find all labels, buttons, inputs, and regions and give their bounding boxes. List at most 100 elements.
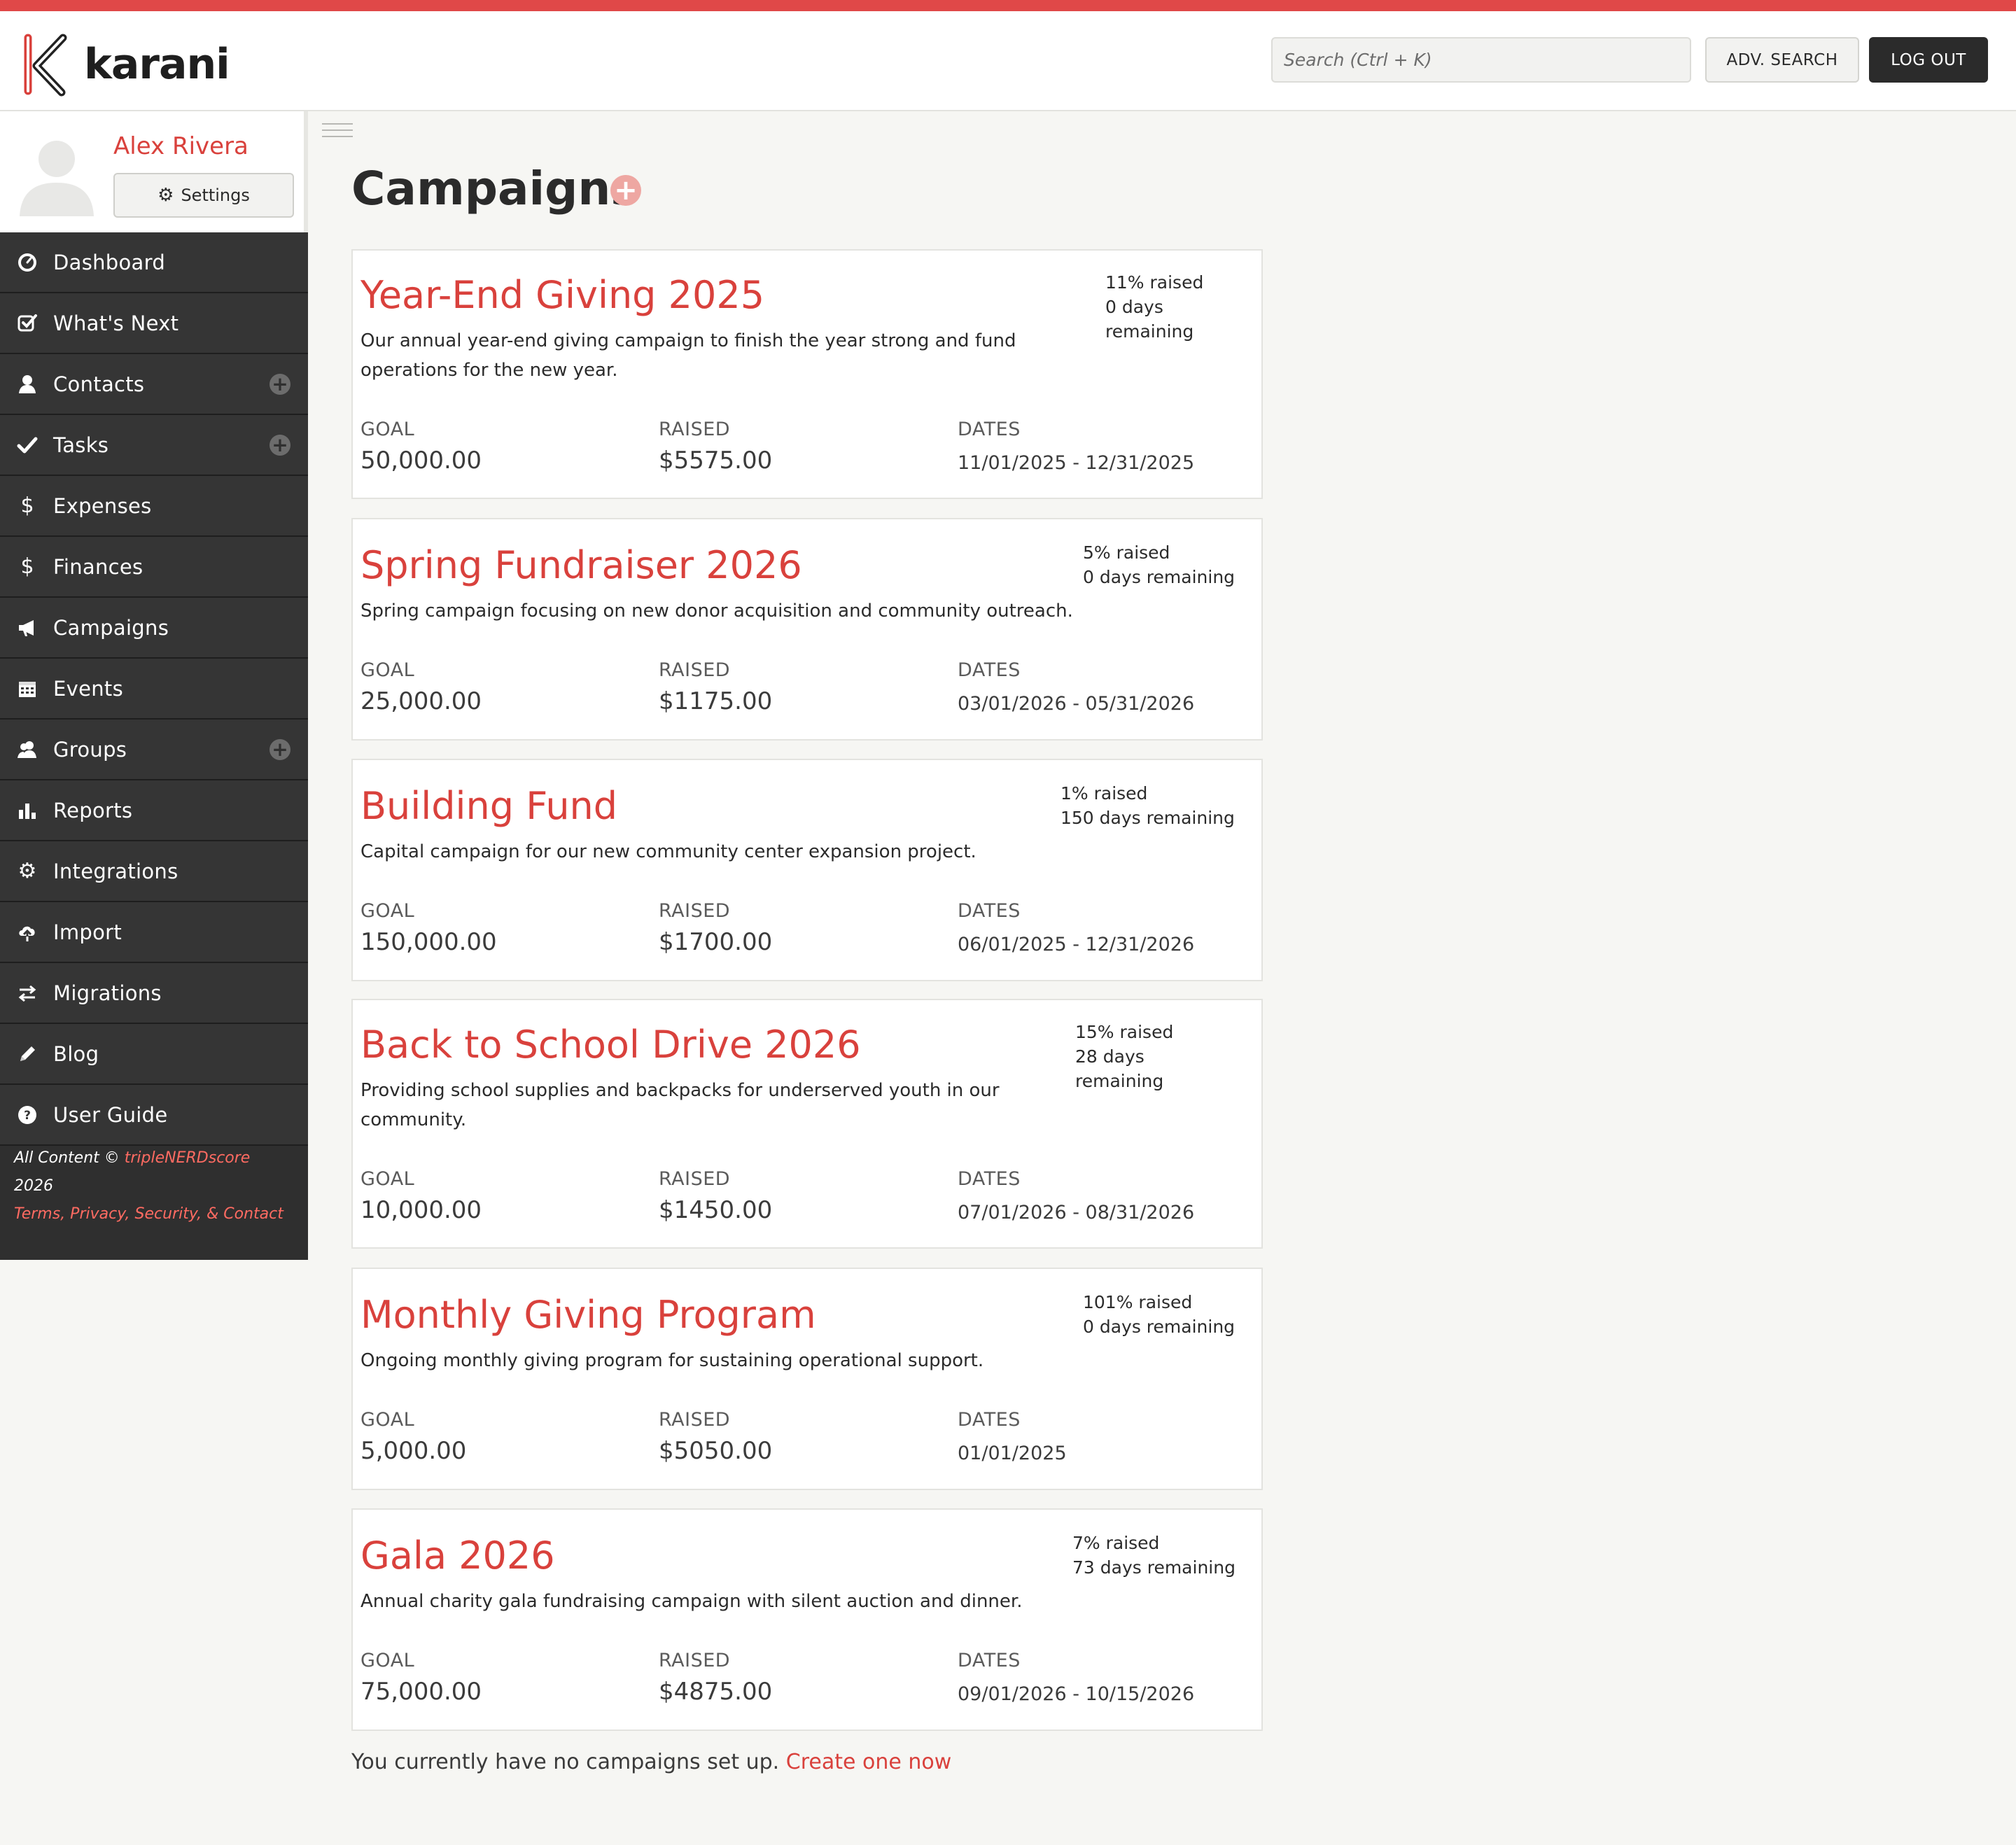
transfer-icon: [0, 983, 53, 1004]
sidebar-item-campaigns[interactable]: Campaigns: [0, 598, 308, 659]
sidebar-item-whats-next[interactable]: What's Next: [0, 293, 308, 354]
raised-label: RAISED: [659, 659, 731, 681]
sidebar-item-blog[interactable]: Blog: [0, 1024, 308, 1085]
campaign-title[interactable]: Gala 2026: [360, 1532, 555, 1580]
brand-link[interactable]: tripleNERDscore: [125, 1149, 251, 1167]
menu-toggle-icon[interactable]: [322, 123, 353, 141]
copyright-prefix: All Content ©: [14, 1149, 125, 1167]
days-remaining: 0 days remaining: [1105, 297, 1194, 342]
app-name[interactable]: karani: [84, 36, 230, 92]
campaign-progress: 11% raised 0 days remaining: [1105, 270, 1224, 344]
goal-label: GOAL: [360, 659, 415, 681]
add-task-button[interactable]: +: [270, 435, 290, 456]
group-icon: [0, 739, 53, 760]
sidebar-item-migrations[interactable]: Migrations: [0, 963, 308, 1024]
dates-value: 03/01/2026 - 05/31/2026: [958, 693, 1195, 715]
campaign-title[interactable]: Back to School Drive 2026: [360, 1021, 861, 1069]
campaign-card[interactable]: Year-End Giving 2025 11% raised 0 days r…: [351, 249, 1263, 499]
user-profile: Alex Rivera ⚙ Settings: [0, 111, 308, 232]
megaphone-icon: [0, 617, 53, 638]
dollar-icon: $: [20, 493, 34, 518]
dates-label: DATES: [958, 659, 1021, 681]
campaign-card[interactable]: Gala 2026 7% raised 73 days remaining An…: [351, 1508, 1263, 1731]
goal-value: 50,000.00: [360, 447, 482, 475]
settings-button[interactable]: ⚙ Settings: [113, 173, 294, 218]
goal-value: 10,000.00: [360, 1196, 482, 1224]
dates-value: 07/01/2026 - 08/31/2026: [958, 1202, 1195, 1223]
campaign-title[interactable]: Spring Fundraiser 2026: [360, 542, 802, 589]
add-group-button[interactable]: +: [270, 739, 290, 760]
dollar-icon: $: [20, 554, 34, 579]
sidebar-footer: All Content © tripleNERDscore 2026 Terms…: [0, 1144, 308, 1228]
gear-icon: ⚙: [18, 859, 37, 883]
raised-value: $1700.00: [659, 928, 773, 956]
sidebar-item-finances[interactable]: $ Finances: [0, 537, 308, 598]
sidebar-item-label: Tasks: [53, 433, 109, 457]
svg-text:?: ?: [24, 1109, 31, 1123]
copyright: All Content © tripleNERDscore 2026: [14, 1144, 294, 1200]
sidebar-item-contacts[interactable]: Contacts +: [0, 354, 308, 415]
empty-state-message: You currently have no campaigns set up. …: [351, 1750, 951, 1774]
sidebar-item-label: Groups: [53, 737, 127, 762]
adv-search-button[interactable]: ADV. SEARCH: [1705, 37, 1859, 83]
campaign-progress: 1% raised 150 days remaining: [1060, 781, 1250, 830]
gear-icon: ⚙: [158, 185, 174, 206]
profile-name[interactable]: Alex Rivera: [113, 132, 248, 160]
sidebar-item-tasks[interactable]: Tasks +: [0, 415, 308, 476]
campaign-card[interactable]: Building Fund 1% raised 150 days remaini…: [351, 759, 1263, 981]
sidebar-item-label: Campaigns: [53, 615, 169, 640]
days-remaining: 0 days remaining: [1083, 567, 1236, 587]
sidebar: Alex Rivera ⚙ Settings Dashboard What's …: [0, 111, 308, 1260]
campaign-card[interactable]: Monthly Giving Program 101% raised 0 day…: [351, 1268, 1263, 1490]
campaign-description: Capital campaign for our new community c…: [360, 841, 976, 862]
footer-links[interactable]: Terms, Privacy, Security, & Contact: [14, 1200, 294, 1228]
goal-value: 150,000.00: [360, 928, 497, 956]
sidebar-item-label: Integrations: [53, 859, 178, 883]
campaign-title[interactable]: Year-End Giving 2025: [360, 272, 764, 319]
sidebar-item-integrations[interactable]: ⚙ Integrations: [0, 841, 308, 902]
days-remaining: 73 days remaining: [1072, 1557, 1236, 1578]
campaign-progress: 7% raised 73 days remaining: [1072, 1531, 1251, 1580]
sidebar-item-expenses[interactable]: $ Expenses: [0, 476, 308, 537]
sidebar-item-label: Dashboard: [53, 250, 166, 274]
logout-button[interactable]: LOG OUT: [1869, 37, 1988, 83]
sidebar-item-label: Finances: [53, 554, 144, 579]
bar-chart-icon: [0, 800, 53, 821]
sidebar-item-label: Migrations: [53, 981, 162, 1005]
add-campaign-button[interactable]: +: [610, 175, 641, 206]
sidebar-item-groups[interactable]: Groups +: [0, 720, 308, 780]
user-icon: [0, 374, 53, 395]
goal-label: GOAL: [360, 900, 415, 922]
checkmark-icon: [0, 435, 53, 456]
campaign-title[interactable]: Monthly Giving Program: [360, 1291, 816, 1339]
add-contact-button[interactable]: +: [270, 374, 290, 395]
campaign-card[interactable]: Back to School Drive 2026 15% raised 28 …: [351, 999, 1263, 1249]
avatar: [14, 129, 99, 216]
sidebar-item-user-guide[interactable]: ? User Guide: [0, 1085, 308, 1146]
dates-label: DATES: [958, 1650, 1021, 1671]
sidebar-item-label: Import: [53, 920, 122, 944]
sidebar-item-label: Blog: [53, 1041, 99, 1066]
sidebar-item-reports[interactable]: Reports: [0, 780, 308, 841]
calendar-icon: [0, 678, 53, 699]
campaign-progress: 15% raised 28 days remaining: [1075, 1020, 1180, 1093]
dates-label: DATES: [958, 1409, 1021, 1431]
goal-label: GOAL: [360, 1650, 415, 1671]
sidebar-item-events[interactable]: Events: [0, 659, 308, 720]
campaign-card[interactable]: Spring Fundraiser 2026 5% raised 0 days …: [351, 518, 1263, 741]
raised-value: $5050.00: [659, 1437, 773, 1465]
cloud-upload-icon: [0, 922, 53, 943]
goal-value: 75,000.00: [360, 1678, 482, 1706]
raised-percent: 7% raised: [1072, 1533, 1160, 1553]
campaign-description: Providing school supplies and backpacks …: [360, 1080, 1000, 1130]
campaign-title[interactable]: Building Fund: [360, 783, 617, 830]
sidebar-item-dashboard[interactable]: Dashboard: [0, 232, 308, 293]
raised-label: RAISED: [659, 1168, 731, 1190]
campaign-description: Spring campaign focusing on new donor ac…: [360, 601, 1073, 622]
sidebar-item-label: What's Next: [53, 311, 179, 335]
dates-value: 11/01/2025 - 12/31/2025: [958, 452, 1195, 474]
sidebar-item-import[interactable]: Import: [0, 902, 308, 963]
search-input[interactable]: [1271, 37, 1691, 83]
create-campaign-link[interactable]: Create one now: [786, 1750, 951, 1774]
karani-logo-icon[interactable]: [21, 32, 71, 97]
